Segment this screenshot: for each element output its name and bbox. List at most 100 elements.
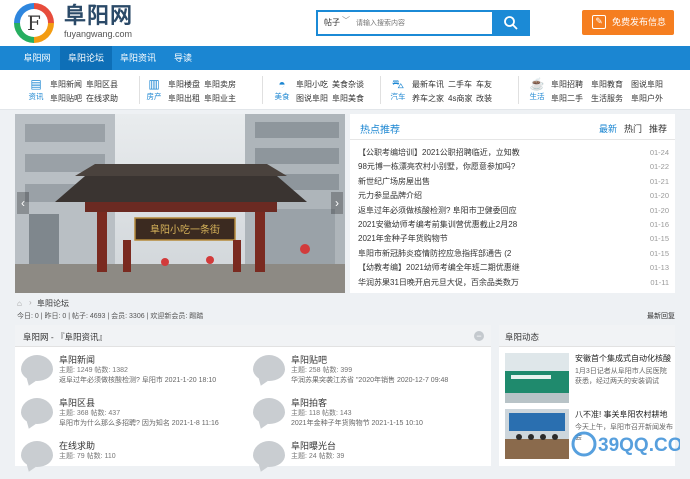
- slider-next-button[interactable]: ›: [331, 192, 343, 214]
- hot-item-link[interactable]: 返阜过年必须做核酸检测? 阜阳市卫健委回应: [358, 204, 620, 218]
- search-input[interactable]: [356, 16, 486, 30]
- category-link[interactable]: 阜阳卖房: [204, 78, 240, 92]
- nav-item-home[interactable]: 阜阳网: [14, 46, 60, 70]
- category-car: ⛍ 汽车 最新车讯 二手车 车友养车之家 4s商家 改装: [388, 74, 506, 108]
- category-link[interactable]: 改装: [476, 92, 496, 106]
- hot-item-link[interactable]: 98元博一栋漂亮农村小别墅，你愿意参加吗?: [358, 160, 620, 174]
- chat-bubble-icon: [21, 355, 53, 381]
- life-icon[interactable]: ☕ 生活: [527, 77, 547, 107]
- chevron-down-icon[interactable]: ﹀: [342, 15, 350, 26]
- board-last-post[interactable]: 返阜过年必须做核酸检测? 阜阳市 2021-1-20 18:10: [59, 375, 245, 385]
- category-link[interactable]: 车友: [476, 78, 496, 92]
- divider: [262, 76, 263, 104]
- house-icon[interactable]: ▥ 房产: [144, 77, 164, 107]
- search-type-select[interactable]: 帖子: [324, 17, 340, 28]
- hot-item-date: 01-20: [649, 205, 669, 215]
- category-link[interactable]: 生活服务: [591, 92, 631, 106]
- tab-recommended[interactable]: 推荐: [649, 124, 667, 134]
- street-gate-photo: 阜阳小吃一条街: [15, 114, 345, 293]
- edit-icon: ✎: [592, 15, 606, 29]
- category-food: ◓ 美食 阜阳小吃 美食杂谈图说阜阳 阜阳美食: [272, 74, 388, 108]
- category-link[interactable]: 最新车讯: [412, 78, 448, 92]
- board-last-post[interactable]: 2021年金种子年货购物节 2021-1-15 10:10: [291, 418, 477, 428]
- breadcrumb-forum[interactable]: 阜阳论坛: [37, 298, 69, 309]
- site-logo[interactable]: F: [14, 3, 62, 43]
- hot-item-date: 01-20: [649, 191, 669, 201]
- hot-item-link[interactable]: 【幼教考编】2021幼师考编全年班二期优惠继: [358, 261, 620, 275]
- hot-title: 热点推荐: [360, 125, 400, 136]
- hot-item-date: 01-13: [649, 263, 669, 273]
- tab-popular[interactable]: 热门: [624, 124, 642, 134]
- hot-item-date: 01-15: [649, 234, 669, 244]
- category-link[interactable]: 阜阳美食: [332, 92, 368, 106]
- collapse-icon[interactable]: −: [474, 331, 484, 341]
- board-last-post[interactable]: 阜阳市为什么那么多招聘? 因为知名 2021-1-8 11:16: [59, 418, 245, 428]
- news-headline[interactable]: 安徽首个集成式自动化核酸: [575, 353, 673, 364]
- category-link[interactable]: 阜阳区县: [86, 78, 122, 92]
- category-link[interactable]: 图说阜阳: [296, 92, 332, 106]
- board-card[interactable]: 阜阳拍客 主题: 118 帖数: 143 2021年金种子年货购物节 2021-…: [247, 394, 477, 436]
- slider-prev-button[interactable]: ‹: [17, 192, 29, 214]
- board-card[interactable]: 阜阳贴吧 主题: 258 帖数: 399 华润苏果突袭江苏省 "2020年销售 …: [247, 351, 477, 393]
- category-link[interactable]: 养车之家: [412, 92, 448, 106]
- latest-replies-link[interactable]: 最新回复: [647, 311, 675, 321]
- forum-header: 阜阳网 - 『阜阳资讯』 −: [15, 325, 491, 347]
- brand[interactable]: 阜阳网 fuyangwang.com: [64, 4, 133, 40]
- car-icon[interactable]: ⛍ 汽车: [388, 77, 408, 107]
- news-item[interactable]: 安徽首个集成式自动化核酸 1月3日记者从阜阳市人民医院获悉，经过两天的安装调试: [505, 353, 673, 403]
- home-icon[interactable]: ⌂: [17, 299, 22, 308]
- food-icon[interactable]: ◓ 美食: [272, 77, 292, 107]
- category-link[interactable]: 阜阳出租: [168, 92, 204, 106]
- search-button[interactable]: [492, 10, 530, 36]
- list-item: 华润苏果31日晚开启元旦大促，百余品类数万 01-11: [358, 276, 671, 290]
- category-link[interactable]: 阜阳户外: [631, 92, 671, 106]
- news-thumbnail[interactable]: [505, 353, 569, 403]
- category-link[interactable]: 阜阳贴吧: [50, 92, 86, 106]
- hot-item-link[interactable]: 2021安徽幼师考编考前集训营优惠截止2月28: [358, 218, 620, 232]
- hot-item-link[interactable]: 新世纪广场房屋出售: [358, 175, 620, 189]
- board-last-post[interactable]: 华润苏果突袭江苏省 "2020年销售 2020-12-7 09:48: [291, 375, 477, 385]
- category-link[interactable]: 4s商家: [448, 92, 476, 106]
- gate-sign-text: 阜阳小吃一条街: [150, 223, 220, 236]
- category-link[interactable]: 在线求助: [86, 92, 122, 106]
- tab-latest[interactable]: 最新: [599, 124, 617, 134]
- board-card[interactable]: 阜阳曝光台 主题: 24 帖数: 39: [247, 437, 477, 479]
- post-info-button[interactable]: ✎ 免费发布信息: [582, 10, 674, 35]
- news-headline[interactable]: 八不准! 事关阜阳农村耕地: [575, 409, 673, 420]
- board-card[interactable]: 阜阳区县 主题: 368 帖数: 437 阜阳市为什么那么多招聘? 因为知名 2…: [15, 394, 245, 436]
- meeting-photo: [505, 409, 569, 459]
- category-link[interactable]: 图说阜阳: [631, 78, 671, 92]
- site-watermark: 39QQ.COM: [571, 431, 680, 457]
- category-link[interactable]: 阜阳二手: [551, 92, 591, 106]
- board-card[interactable]: 在线求助 主题: 79 帖数: 110: [15, 437, 245, 479]
- brand-url: fuyangwang.com: [64, 29, 133, 39]
- category-link[interactable]: 阜阳楼盘: [168, 78, 204, 92]
- chat-bubble-icon: [253, 398, 285, 424]
- list-item: 返阜过年必须做核酸检测? 阜阳市卫健委回应 01-20: [358, 204, 671, 218]
- news-thumbnail[interactable]: [505, 409, 569, 459]
- category-link[interactable]: 阜阳新闻: [50, 78, 86, 92]
- board-card[interactable]: 阜阳新闻 主题: 1249 帖数: 1382 返阜过年必须做核酸检测? 阜阳市 …: [15, 351, 245, 393]
- hot-item-link[interactable]: 阜阳市新冠肺炎疫情防控应急指挥部通告 (2: [358, 247, 620, 261]
- nav-item-forum[interactable]: 阜阳论坛: [60, 46, 112, 70]
- search-icon: [504, 16, 518, 30]
- category-link[interactable]: 美食杂谈: [332, 78, 368, 92]
- hot-item-link[interactable]: 华润苏果31日晚开启元旦大促，百余品类数万: [358, 276, 620, 290]
- category-link[interactable]: 阜阳小吃: [296, 78, 332, 92]
- nav-item-news[interactable]: 阜阳资讯: [112, 46, 164, 70]
- nav-item-guide[interactable]: 导读: [164, 46, 202, 70]
- category-link[interactable]: 阜阳招聘: [551, 78, 591, 92]
- image-slider[interactable]: 阜阳小吃一条街 ‹ ›: [15, 114, 345, 293]
- news-icon[interactable]: ▤ 资讯: [26, 77, 46, 107]
- hot-item-link[interactable]: 元力参显品牌介绍: [358, 189, 620, 203]
- category-link[interactable]: 阜阳教育: [591, 78, 631, 92]
- hot-item-link[interactable]: 2021年金种子年货购物节: [358, 232, 620, 246]
- category-news: ▤ 资讯 阜阳新闻 阜阳区县阜阳贴吧 在线求助: [26, 74, 142, 108]
- list-item: 2021安徽幼师考编考前集训营优惠截止2月28 01-16: [358, 218, 671, 232]
- chat-bubble-icon: [21, 398, 53, 424]
- category-link[interactable]: 二手车: [448, 78, 476, 92]
- forum-section-title[interactable]: 阜阳网 - 『阜阳资讯』: [23, 331, 107, 343]
- category-link[interactable]: 阜阳业主: [204, 92, 240, 106]
- hot-item-link[interactable]: 【公职考编培训】2021公职招聘临近，立知教: [358, 146, 620, 160]
- board-meta: 主题: 258 帖数: 399: [291, 367, 353, 374]
